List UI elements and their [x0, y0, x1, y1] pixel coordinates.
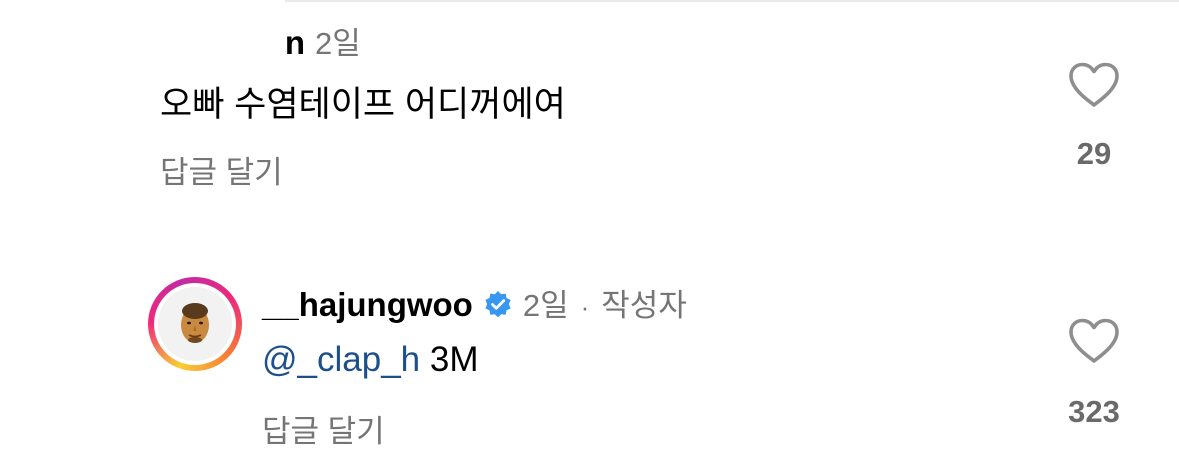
reply-button[interactable]: 답글 달기	[160, 147, 283, 192]
author-badge: 작성자	[601, 288, 687, 323]
comment-text: @_clap_h 3M	[262, 340, 479, 380]
comment-username[interactable]: n	[285, 24, 305, 62]
avatar-story-ring[interactable]	[148, 277, 242, 371]
meta-separator: ·	[580, 292, 590, 322]
comment-text-body: 3M	[420, 340, 479, 379]
heart-outline-icon[interactable]	[1068, 318, 1120, 364]
like-group: 29	[1044, 62, 1144, 172]
comment-meta: n 2일	[285, 18, 361, 63]
like-count: 323	[1068, 394, 1120, 429]
verified-badge-icon	[485, 291, 511, 318]
like-group: 323	[1044, 318, 1144, 430]
heart-outline-icon[interactable]	[1068, 62, 1120, 108]
face-avatar	[158, 287, 232, 361]
comment-username[interactable]: __hajungwoo	[262, 286, 473, 324]
comment-meta: __hajungwoo 2일 · 작성자	[262, 280, 687, 325]
like-count: 29	[1076, 136, 1112, 171]
face-avatar-image	[158, 287, 232, 361]
comment-item: n 2일 오빠 수염테이프 어디꺼에여 답글 달기 29	[0, 0, 1179, 230]
reply-button[interactable]: 답글 달기	[262, 406, 385, 451]
comment-text: 오빠 수염테이프 어디꺼에여	[160, 85, 566, 124]
avatar-ring-gap	[154, 283, 236, 365]
mention-link[interactable]: @_clap_h	[262, 340, 420, 379]
comment-timestamp: 2일	[315, 26, 361, 61]
comment-item: __hajungwoo 2일 · 작성자 @_clap_h 3M 답글 달기 3…	[0, 258, 1179, 470]
comment-timestamp: 2일	[522, 288, 569, 323]
